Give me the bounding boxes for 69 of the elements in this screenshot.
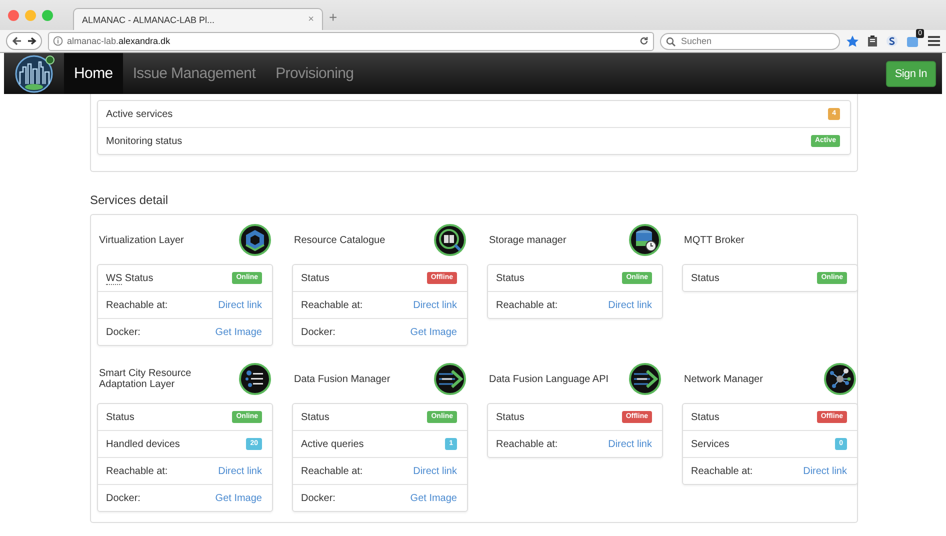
address-field[interactable]: almanac-lab.alexandra.dk	[48, 32, 654, 50]
row-label: Reachable at:	[496, 438, 558, 450]
star-icon[interactable]	[846, 34, 859, 48]
forward-icon[interactable]	[27, 36, 37, 46]
link[interactable]: Get Image	[410, 492, 457, 504]
arrows-icon	[629, 363, 661, 395]
section-heading: Services detail	[90, 193, 170, 207]
row-label: Services	[691, 438, 730, 450]
service-title: Storage manager	[489, 234, 566, 246]
row-label: Reachable at:	[496, 300, 558, 310]
link[interactable]: Direct link	[413, 300, 457, 310]
row-label: Status	[496, 412, 524, 422]
menu-icon[interactable]	[928, 36, 940, 46]
row-label: Status	[691, 272, 720, 284]
row-label: Status	[691, 412, 720, 422]
link[interactable]: Direct link	[608, 300, 652, 310]
database-clock-icon	[629, 224, 661, 256]
row-label: Reachable at:	[106, 300, 168, 310]
book-search-icon	[434, 224, 466, 256]
nav-tab[interactable]: Home	[64, 53, 123, 94]
close-tab-icon[interactable]: ×	[308, 14, 314, 25]
link[interactable]: Get Image	[215, 492, 262, 504]
search-field[interactable]: Suchen	[660, 32, 840, 50]
service-title: MQTT Broker	[684, 234, 744, 246]
link[interactable]: Direct link	[413, 466, 457, 476]
row-label: Docker:	[301, 492, 336, 504]
clipboard-icon[interactable]	[867, 35, 878, 47]
link[interactable]: Direct link	[608, 438, 652, 450]
sign-in-button[interactable]: Sign In	[886, 60, 936, 86]
search-icon	[666, 36, 676, 46]
link[interactable]: Get Image	[410, 326, 457, 338]
row-label: Status	[301, 412, 330, 422]
row-label: Reachable at:	[301, 300, 363, 310]
row-label: Monitoring status	[106, 136, 182, 146]
info-icon[interactable]	[53, 36, 63, 46]
service-title: Data Fusion Language API	[489, 374, 609, 384]
nav-tab[interactable]: Provisioning	[266, 53, 364, 94]
extension-icon[interactable]	[906, 34, 920, 48]
binary-data-icon	[239, 363, 271, 395]
arrows-icon	[434, 363, 466, 395]
row-label: Active queries	[301, 438, 364, 450]
row-label: Reachable at:	[106, 466, 168, 476]
row-label: Handled devices	[106, 438, 180, 450]
row-label: Reachable at:	[691, 466, 753, 476]
link[interactable]: Get Image	[215, 326, 262, 338]
row-label: Active services	[106, 108, 173, 120]
row-label: Docker:	[106, 326, 140, 338]
new-tab-button[interactable]: +	[329, 9, 338, 25]
back-icon[interactable]	[11, 35, 23, 47]
nav-tab[interactable]: Issue Management	[122, 53, 266, 94]
service-title: Virtualization Layer	[99, 234, 184, 246]
row-label: Status	[106, 412, 134, 422]
s-logo-icon[interactable]	[886, 35, 898, 47]
service-title: Smart City Resource Adaptation Layer	[99, 368, 192, 390]
city-logo-icon[interactable]	[14, 54, 56, 94]
browser-tab[interactable]: ALMANAC - ALMANAC-LAB Pl... ×	[73, 8, 323, 30]
row-label: Status	[301, 272, 330, 284]
link[interactable]: Direct link	[218, 466, 262, 476]
row-label: WS Status	[106, 272, 154, 284]
service-title: Network Manager	[684, 374, 763, 384]
reload-icon[interactable]	[639, 36, 649, 46]
row-label: Status	[496, 272, 524, 284]
row-label: Reachable at:	[301, 466, 363, 476]
link[interactable]: Direct link	[218, 300, 262, 310]
row-label: Docker:	[301, 326, 336, 338]
row-label: Docker:	[106, 492, 140, 504]
link[interactable]: Direct link	[803, 466, 847, 476]
service-title: Resource Catalogue	[294, 234, 386, 246]
service-title: Data Fusion Manager	[294, 374, 390, 384]
